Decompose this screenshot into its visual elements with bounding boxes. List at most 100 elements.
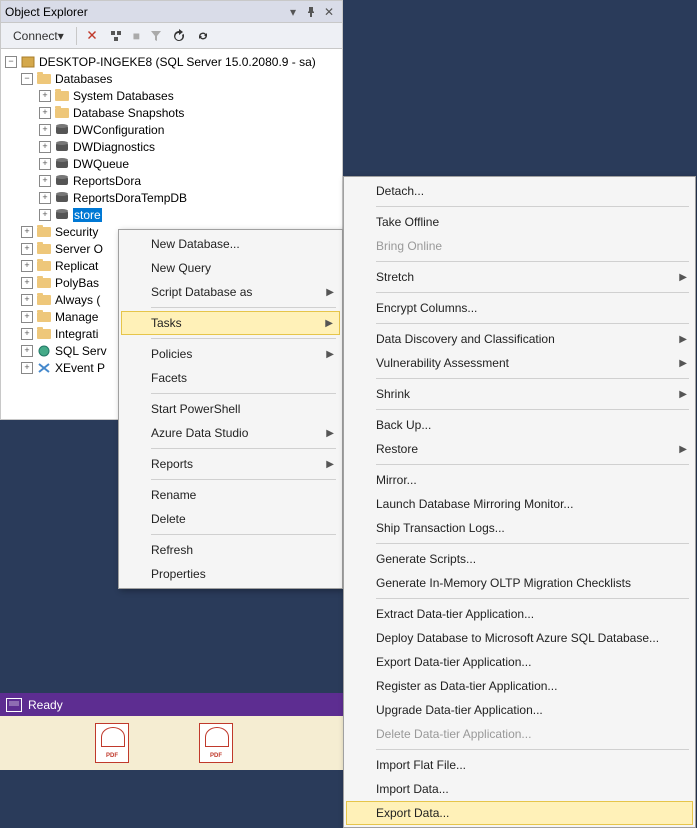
status-text: Ready (28, 698, 63, 712)
expand-icon[interactable]: + (39, 209, 51, 221)
close-icon[interactable]: ✕ (320, 3, 338, 21)
menu-upgrade-dac[interactable]: Upgrade Data-tier Application... (346, 698, 693, 722)
database-icon (54, 208, 70, 222)
menu-data-discovery[interactable]: Data Discovery and Classification▶ (346, 327, 693, 351)
tree-item[interactable]: DWQueue (73, 157, 129, 171)
tree-item[interactable]: XEvent P (55, 361, 105, 375)
tree-item-selected[interactable]: store (73, 208, 102, 222)
menu-oltp-checklists[interactable]: Generate In-Memory OLTP Migration Checkl… (346, 571, 693, 595)
expand-icon[interactable]: + (21, 345, 33, 357)
folder-icon (36, 242, 52, 256)
expand-icon[interactable]: + (21, 226, 33, 238)
menu-extract-dac[interactable]: Extract Data-tier Application... (346, 602, 693, 626)
menu-launch-mirror-monitor[interactable]: Launch Database Mirroring Monitor... (346, 492, 693, 516)
tree-item[interactable]: PolyBas (55, 276, 99, 290)
pdf-icon[interactable] (199, 723, 233, 763)
panel-header: Object Explorer ▾ ✕ (1, 1, 342, 23)
menu-properties[interactable]: Properties (121, 562, 340, 586)
menu-script-database[interactable]: Script Database as▶ (121, 280, 340, 304)
menu-rename[interactable]: Rename (121, 483, 340, 507)
expand-icon[interactable]: + (21, 260, 33, 272)
tree-item[interactable]: ReportsDoraTempDB (73, 191, 187, 205)
menu-ship-transaction-logs[interactable]: Ship Transaction Logs... (346, 516, 693, 540)
database-icon (54, 140, 70, 154)
expand-icon[interactable]: + (39, 124, 51, 136)
menu-powershell[interactable]: Start PowerShell (121, 397, 340, 421)
chevron-right-icon: ▶ (679, 272, 687, 283)
expand-icon[interactable]: + (21, 362, 33, 374)
menu-new-query[interactable]: New Query (121, 256, 340, 280)
menu-backup[interactable]: Back Up... (346, 413, 693, 437)
pdf-icon[interactable] (95, 723, 129, 763)
chevron-right-icon: ▶ (679, 389, 687, 400)
menu-new-database[interactable]: New Database... (121, 232, 340, 256)
status-icon (6, 698, 22, 712)
menu-separator (376, 323, 689, 324)
expand-icon[interactable]: + (21, 311, 33, 323)
menu-tasks[interactable]: Tasks▶ (121, 311, 340, 335)
tree-item[interactable]: DWDiagnostics (73, 140, 155, 154)
menu-encrypt-columns[interactable]: Encrypt Columns... (346, 296, 693, 320)
menu-generate-scripts[interactable]: Generate Scripts... (346, 547, 693, 571)
menu-facets[interactable]: Facets (121, 366, 340, 390)
menu-register-dac[interactable]: Register as Data-tier Application... (346, 674, 693, 698)
menu-export-dac[interactable]: Export Data-tier Application... (346, 650, 693, 674)
expand-icon[interactable]: + (39, 107, 51, 119)
menu-import-data[interactable]: Import Data... (346, 777, 693, 801)
tree-item[interactable]: ReportsDora (73, 174, 141, 188)
menu-separator (376, 261, 689, 262)
filter-connections-button[interactable] (105, 25, 127, 47)
expand-icon[interactable]: + (39, 175, 51, 187)
menu-deploy-azure[interactable]: Deploy Database to Microsoft Azure SQL D… (346, 626, 693, 650)
tree-item[interactable]: Security (55, 225, 98, 239)
folder-icon (54, 89, 70, 103)
menu-export-data[interactable]: Export Data... (346, 801, 693, 825)
expand-icon[interactable]: + (39, 141, 51, 153)
sync-button[interactable] (192, 25, 214, 47)
connect-button[interactable]: Connect ▾ (5, 25, 72, 47)
menu-import-flat-file[interactable]: Import Flat File... (346, 753, 693, 777)
expand-icon[interactable]: + (21, 243, 33, 255)
menu-take-offline[interactable]: Take Offline (346, 210, 693, 234)
expand-icon[interactable]: + (21, 294, 33, 306)
menu-delete[interactable]: Delete (121, 507, 340, 531)
status-bar: Ready (0, 693, 343, 716)
refresh-button[interactable] (168, 25, 190, 47)
tree-item[interactable]: Server O (55, 242, 103, 256)
menu-shrink[interactable]: Shrink▶ (346, 382, 693, 406)
menu-separator (151, 534, 336, 535)
tree-item[interactable]: Replicat (55, 259, 98, 273)
menu-reports[interactable]: Reports▶ (121, 452, 340, 476)
tree-item[interactable]: Always ( (55, 293, 100, 307)
expand-icon[interactable]: + (39, 90, 51, 102)
menu-vulnerability[interactable]: Vulnerability Assessment▶ (346, 351, 693, 375)
menu-detach[interactable]: Detach... (346, 179, 693, 203)
dropdown-icon[interactable]: ▾ (284, 3, 302, 21)
menu-restore[interactable]: Restore▶ (346, 437, 693, 461)
tree-item[interactable]: SQL Serv (55, 344, 107, 358)
pin-icon[interactable] (302, 3, 320, 21)
panel-title: Object Explorer (5, 5, 284, 19)
expand-icon[interactable]: + (21, 328, 33, 340)
expand-icon[interactable]: − (21, 73, 33, 85)
tree-databases[interactable]: Databases (55, 72, 112, 86)
menu-stretch[interactable]: Stretch▶ (346, 265, 693, 289)
menu-separator (376, 409, 689, 410)
menu-mirror[interactable]: Mirror... (346, 468, 693, 492)
menu-policies[interactable]: Policies▶ (121, 342, 340, 366)
tree-item[interactable]: System Databases (73, 89, 174, 103)
folder-icon (36, 327, 52, 341)
expand-icon[interactable]: + (39, 158, 51, 170)
chevron-right-icon: ▶ (679, 334, 687, 345)
disconnect-button[interactable] (81, 25, 103, 47)
expand-icon[interactable]: + (21, 277, 33, 289)
tree-item[interactable]: Manage (55, 310, 98, 324)
expand-icon[interactable]: + (39, 192, 51, 204)
tree-server[interactable]: DESKTOP-INGEKE8 (SQL Server 15.0.2080.9 … (39, 55, 316, 69)
expand-icon[interactable]: − (5, 56, 17, 68)
menu-azure-data-studio[interactable]: Azure Data Studio▶ (121, 421, 340, 445)
menu-refresh[interactable]: Refresh (121, 538, 340, 562)
tree-item[interactable]: DWConfiguration (73, 123, 164, 137)
tree-item[interactable]: Database Snapshots (73, 106, 184, 120)
tree-item[interactable]: Integrati (55, 327, 98, 341)
